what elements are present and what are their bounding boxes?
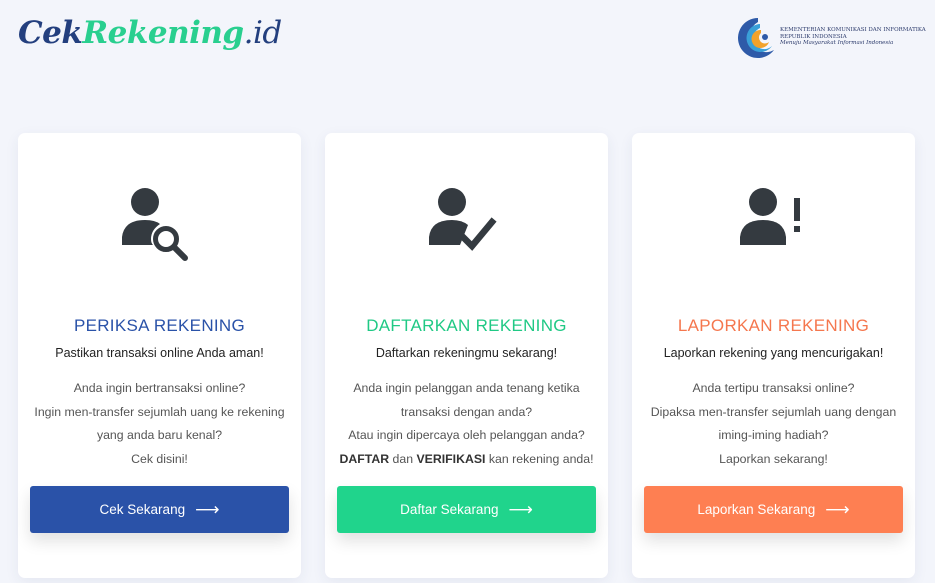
button-label: Laporkan Sekarang <box>697 502 816 517</box>
desc-line: Anda ingin pelanggan anda tenang ketika <box>353 381 580 395</box>
logo-part-id: .id <box>243 15 283 51</box>
button-label: Daftar Sekarang <box>400 502 499 517</box>
desc-line: iming-iming hadiah? <box>718 428 829 442</box>
desc-line: Cek disini! <box>131 451 188 466</box>
kominfo-logo: Kementerian Komunikasi dan Informatika R… <box>738 16 928 60</box>
card-subtitle: Pastikan transaksi online Anda aman! <box>55 346 264 360</box>
arrow-right-icon: ⟶ <box>508 500 533 519</box>
daftar-sekarang-button[interactable]: Daftar Sekarang ⟶ <box>337 486 596 533</box>
card-description: Anda ingin pelanggan anda tenang ketika … <box>335 377 598 471</box>
desc-line: Atau ingin dipercaya oleh pelanggan anda… <box>348 428 585 442</box>
user-search-icon <box>18 181 301 271</box>
arrow-right-icon: ⟶ <box>825 500 850 519</box>
card-periksa-rekening: PERIKSA REKENING Pastikan transaksi onli… <box>18 133 301 578</box>
card-title: PERIKSA REKENING <box>73 316 246 335</box>
desc-line: yang anda baru kenal? <box>96 428 223 442</box>
cek-sekarang-button[interactable]: Cek Sekarang ⟶ <box>30 486 289 533</box>
button-label: Cek Sekarang <box>99 502 186 517</box>
cekrekening-logo[interactable]: CekRekening.id <box>18 18 282 49</box>
card-description: Anda tertipu transaksi online? Dipaksa m… <box>642 377 905 471</box>
desc-bold-daftar: DAFTAR <box>339 451 390 466</box>
desc-text: dan <box>389 451 417 466</box>
card-subtitle: Daftarkan rekeningmu sekarang! <box>375 346 558 360</box>
desc-line: DAFTAR dan VERIFIKASI kan rekening anda! <box>335 448 598 472</box>
card-description: Anda ingin bertransaksi online? Ingin me… <box>28 377 291 471</box>
desc-line: Dipaksa men-transfer sejumlah uang denga… <box>650 404 897 419</box>
logo-part-cek: Cek <box>18 15 83 51</box>
desc-text: kan rekening anda! <box>485 451 594 466</box>
header: CekRekening.id Kementerian Komunikasi da… <box>0 0 935 80</box>
desc-line: Anda tertipu transaksi online? <box>692 381 855 395</box>
user-exclamation-icon <box>632 181 915 271</box>
desc-line: Ingin men-transfer sejumlah uang ke reke… <box>34 404 285 419</box>
arrow-right-icon: ⟶ <box>195 500 220 519</box>
card-daftarkan-rekening: DAFTARKAN REKENING Daftarkan rekeningmu … <box>325 133 608 578</box>
card-title: LAPORKAN REKENING <box>677 316 870 335</box>
desc-line: transaksi dengan anda? <box>400 404 533 419</box>
kominfo-line-2: Republik Indonesia <box>780 33 847 40</box>
desc-line: Anda ingin bertransaksi online? <box>73 381 246 395</box>
desc-line: Laporkan sekarang! <box>719 451 828 466</box>
logo-part-rekening: Rekening <box>82 15 244 51</box>
user-check-icon <box>325 181 608 271</box>
kominfo-emblem-icon <box>738 18 774 58</box>
kominfo-line-1: Kementerian Komunikasi dan Informatika <box>780 27 926 33</box>
desc-bold-verifikasi: VERIFIKASI <box>416 451 486 466</box>
card-laporkan-rekening: LAPORKAN REKENING Laporkan rekening yang… <box>632 133 915 578</box>
card-subtitle: Laporkan rekening yang mencurigakan! <box>663 346 884 360</box>
card-title: DAFTARKAN REKENING <box>366 316 567 335</box>
laporkan-sekarang-button[interactable]: Laporkan Sekarang ⟶ <box>644 486 903 533</box>
kominfo-tagline: Menuju Masyarakat Informasi Indonesia <box>780 40 894 47</box>
